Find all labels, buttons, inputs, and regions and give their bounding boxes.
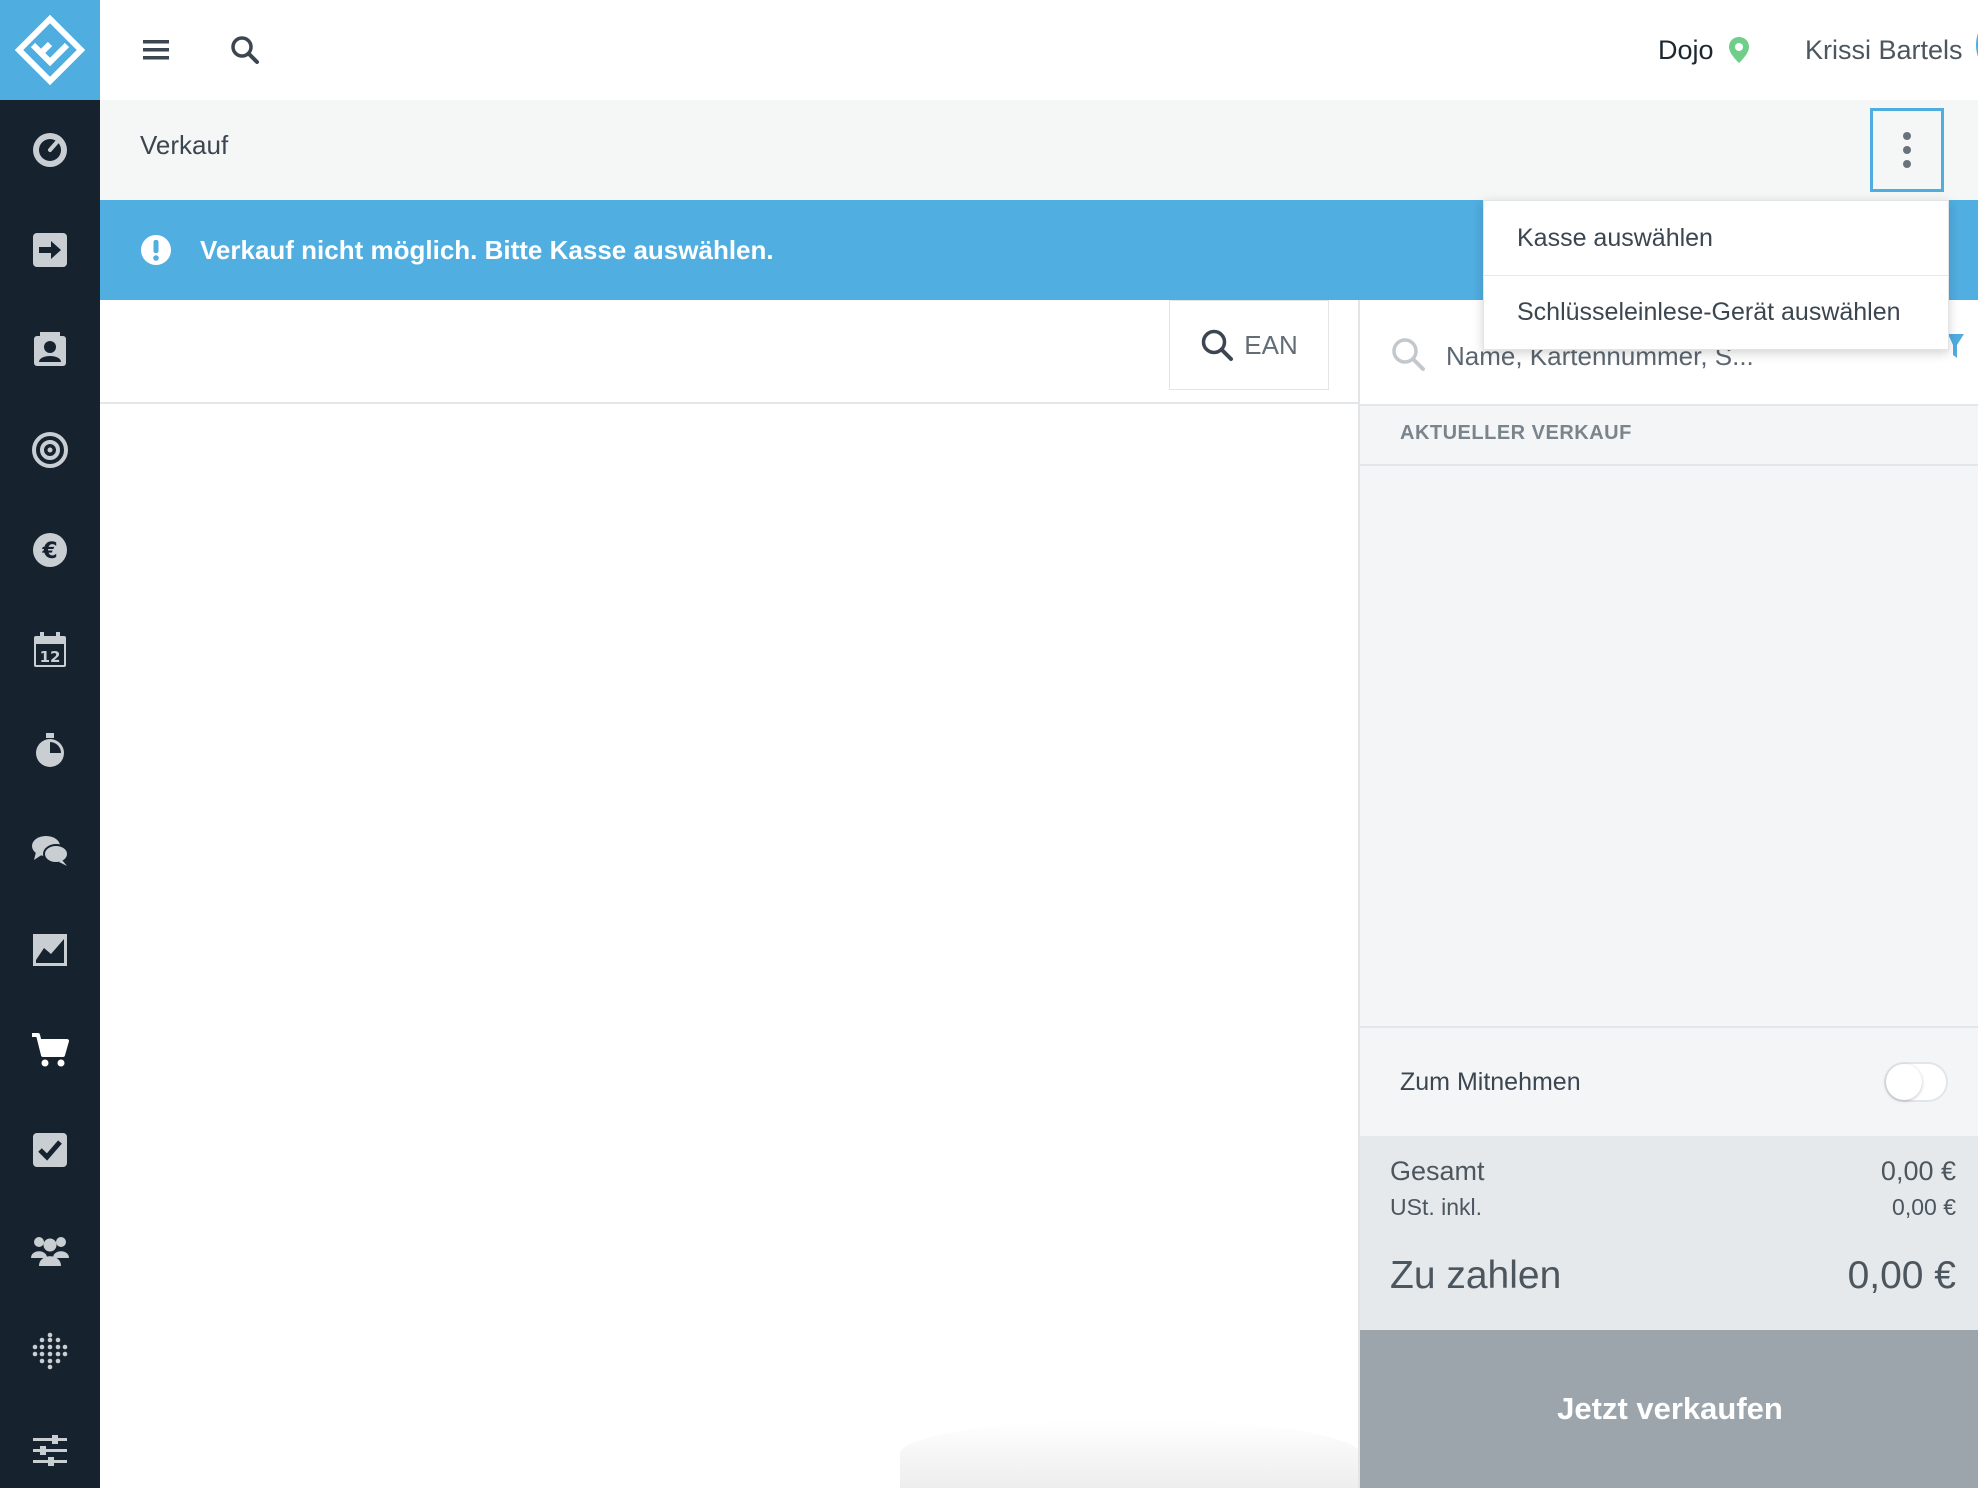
sale-panel: AKTUELLER VERKAUF Zum Mitnehmen Gesamt 0… bbox=[1358, 300, 1978, 1488]
check-in-icon bbox=[33, 233, 67, 267]
sidebar-item-apps[interactable] bbox=[0, 1300, 100, 1400]
kebab-menu-icon bbox=[1903, 132, 1911, 168]
totals-summary: Gesamt 0,00 € USt. inkl. 0,00 € Zu zahle… bbox=[1360, 1136, 1978, 1330]
sidebar-item-settings[interactable] bbox=[0, 1400, 100, 1500]
hamburger-icon bbox=[143, 40, 169, 60]
alert-message: Verkauf nicht möglich. Bitte Kasse auswä… bbox=[200, 234, 774, 265]
amount-due-row: Zu zahlen 0,00 € bbox=[1390, 1254, 1956, 1298]
product-area: EAN bbox=[100, 300, 1358, 1488]
dashboard-icon bbox=[33, 133, 67, 167]
sidebar-item-reports[interactable] bbox=[0, 900, 100, 1000]
sidebar-item-members[interactable] bbox=[0, 1200, 100, 1300]
sidebar-item-contacts[interactable] bbox=[0, 300, 100, 400]
logo-icon bbox=[15, 15, 85, 85]
ean-label: EAN bbox=[1244, 329, 1298, 360]
group-icon bbox=[31, 1237, 69, 1266]
total-row: Gesamt 0,00 € bbox=[1390, 1156, 1956, 1187]
timer-icon bbox=[36, 733, 64, 767]
contacts-icon bbox=[34, 332, 66, 366]
cart-icon bbox=[32, 1033, 69, 1067]
sidebar: € 12 bbox=[0, 0, 100, 1488]
menu-item-select-key-reader[interactable]: Schlüsseleinlese-Gerät auswählen bbox=[1484, 275, 1948, 349]
sidebar-item-shop[interactable] bbox=[0, 1000, 100, 1100]
target-icon bbox=[32, 432, 68, 468]
checkbox-icon bbox=[33, 1133, 67, 1167]
sidebar-item-finance[interactable]: € bbox=[0, 500, 100, 600]
exclamation-icon bbox=[141, 235, 171, 265]
settings-sliders-icon bbox=[33, 1435, 67, 1466]
total-label: Gesamt bbox=[1390, 1156, 1485, 1186]
more-options-button[interactable] bbox=[1870, 108, 1944, 192]
topbar: Dojo Krissi Bartels KB bbox=[100, 0, 1978, 100]
sidebar-item-check-in[interactable] bbox=[0, 200, 100, 300]
svg-text:€: € bbox=[41, 539, 57, 564]
tax-value: 0,00 € bbox=[1892, 1194, 1956, 1220]
euro-icon: € bbox=[33, 533, 67, 567]
filter-icon[interactable] bbox=[1948, 334, 1964, 358]
takeaway-label: Zum Mitnehmen bbox=[1400, 1068, 1581, 1096]
decorative-shadow bbox=[900, 1420, 1360, 1488]
amount-due-value: 0,00 € bbox=[1847, 1254, 1956, 1297]
menu-item-select-register[interactable]: Kasse auswählen bbox=[1484, 201, 1948, 275]
search-icon bbox=[1202, 329, 1234, 361]
options-dropdown-menu: Kasse auswählen Schlüsseleinlese-Gerät a… bbox=[1483, 200, 1949, 350]
location-selector[interactable]: Dojo bbox=[1658, 30, 1750, 70]
app-logo[interactable] bbox=[0, 0, 100, 100]
toggle-knob bbox=[1886, 1064, 1922, 1100]
ean-search-button[interactable]: EAN bbox=[1169, 300, 1329, 390]
divider bbox=[1360, 464, 1978, 466]
sidebar-item-messages[interactable] bbox=[0, 800, 100, 900]
page-title: Verkauf bbox=[140, 130, 229, 160]
sidebar-item-timer[interactable] bbox=[0, 700, 100, 800]
search-icon bbox=[231, 36, 259, 64]
sidebar-item-goals[interactable] bbox=[0, 400, 100, 500]
current-sale-label: AKTUELLER VERKAUF bbox=[1400, 422, 1632, 444]
location-name: Dojo bbox=[1658, 34, 1714, 65]
svg-text:12: 12 bbox=[40, 648, 61, 666]
location-pin-icon bbox=[1728, 37, 1749, 63]
product-search-bar: EAN bbox=[100, 300, 1358, 404]
total-value: 0,00 € bbox=[1880, 1156, 1956, 1186]
sidebar-item-dashboard[interactable] bbox=[0, 100, 100, 200]
page-header: Verkauf bbox=[100, 100, 1978, 200]
tax-row: USt. inkl. 0,00 € bbox=[1390, 1194, 1956, 1221]
sidebar-item-calendar[interactable]: 12 bbox=[0, 600, 100, 700]
hamburger-menu-button[interactable] bbox=[136, 30, 176, 70]
grid-dots-icon bbox=[32, 1332, 68, 1370]
search-icon bbox=[1392, 338, 1425, 371]
global-search-button[interactable] bbox=[225, 30, 265, 70]
takeaway-row: Zum Mitnehmen bbox=[1360, 1026, 1978, 1136]
sell-now-button[interactable]: Jetzt verkaufen bbox=[1360, 1330, 1978, 1488]
calendar-icon: 12 bbox=[34, 632, 66, 667]
sidebar-item-tasks[interactable] bbox=[0, 1100, 100, 1200]
chart-icon bbox=[33, 934, 67, 966]
chat-icon bbox=[32, 836, 69, 866]
user-name[interactable]: Krissi Bartels bbox=[1805, 30, 1963, 70]
tax-label: USt. inkl. bbox=[1390, 1194, 1483, 1220]
amount-due-label: Zu zahlen bbox=[1390, 1254, 1562, 1297]
takeaway-toggle[interactable] bbox=[1884, 1062, 1948, 1102]
